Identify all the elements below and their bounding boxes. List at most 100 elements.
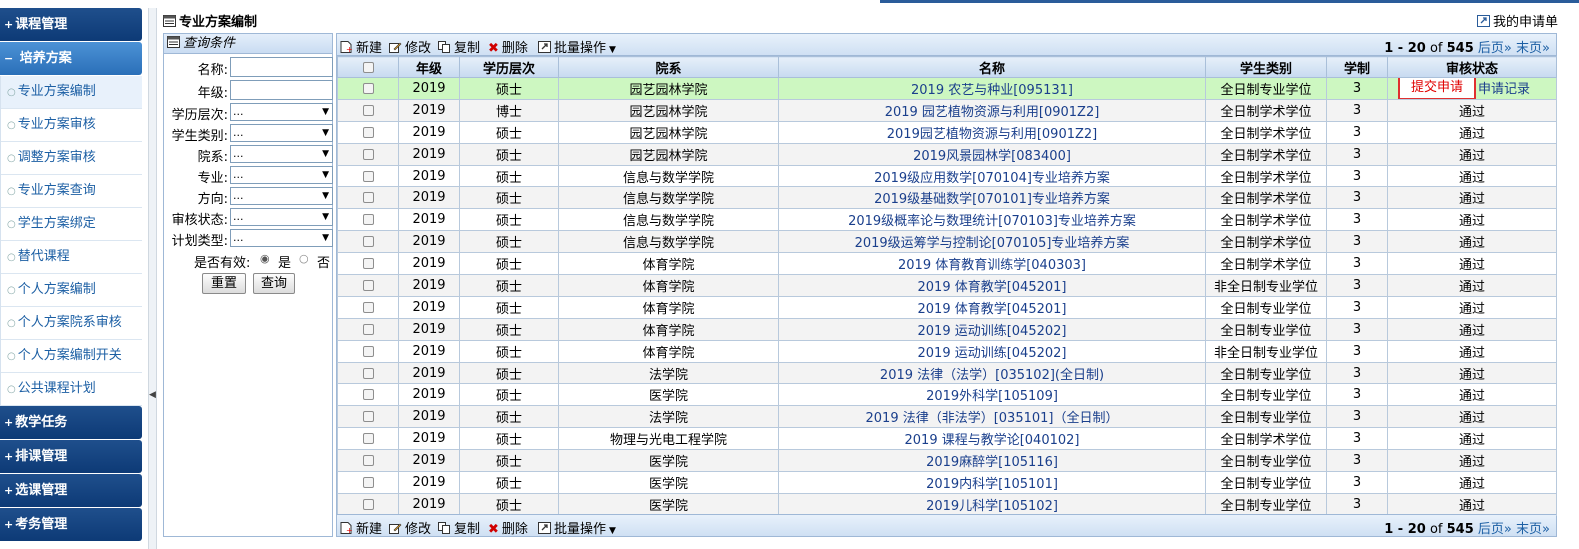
delete-button[interactable]: ✖ 删除 bbox=[488, 37, 528, 56]
sidebar-item-major-plan-review[interactable]: ○ 专业方案审核 bbox=[1, 109, 142, 142]
row-checkbox[interactable] bbox=[362, 433, 374, 445]
col-header-name[interactable]: 名称 bbox=[778, 56, 1206, 78]
row-select-cell[interactable] bbox=[337, 471, 399, 494]
radio-yes[interactable]: ◉ bbox=[260, 252, 270, 265]
search-button[interactable]: 查询 bbox=[253, 273, 295, 294]
row-checkbox[interactable] bbox=[362, 389, 374, 401]
row-checkbox[interactable] bbox=[362, 148, 374, 160]
row-select-cell[interactable] bbox=[337, 317, 399, 341]
sidebar-collapse-handle[interactable]: ◀ bbox=[148, 8, 157, 549]
cell-name[interactable]: 2019 园艺植物资源与利用[0901Z2] bbox=[778, 98, 1206, 122]
row-checkbox[interactable] bbox=[362, 126, 374, 138]
cell-name[interactable]: 2019级概率论与数理统计[070103]专业培养方案 bbox=[778, 208, 1206, 232]
cell-name[interactable]: 2019 运动训练[045202] bbox=[778, 317, 1206, 341]
name-input[interactable] bbox=[230, 57, 333, 77]
row-select-cell[interactable] bbox=[337, 405, 399, 429]
cell-name[interactable]: 2019儿科学[105102] bbox=[778, 492, 1206, 516]
my-applications-link[interactable]: 我的申请单 bbox=[1476, 11, 1558, 30]
cell-name[interactable]: 2019 课程与教学论[040102] bbox=[778, 427, 1206, 451]
row-checkbox[interactable] bbox=[362, 192, 374, 204]
col-header-review-status[interactable]: 审核状态 bbox=[1387, 56, 1557, 78]
row-select-cell[interactable] bbox=[337, 77, 399, 100]
row-select-cell[interactable] bbox=[337, 186, 399, 210]
table-row[interactable]: 2019 硕士 医学院 2019儿科学[105102] 全日制专业学位 3 通过 bbox=[337, 492, 1557, 516]
table-row[interactable]: 2019 硕士 体育学院 2019 运动训练[045202] 非全日制专业学位 3 通过 bbox=[337, 339, 1557, 363]
row-checkbox[interactable] bbox=[362, 345, 374, 357]
cell-name[interactable]: 2019麻醉学[105116] bbox=[778, 449, 1206, 473]
degree-level-select[interactable]: ... ▼ bbox=[230, 103, 333, 121]
cell-name[interactable]: 2019 体育教学[045201] bbox=[778, 274, 1206, 297]
reset-button[interactable]: 重置 bbox=[202, 273, 246, 294]
row-checkbox[interactable] bbox=[362, 323, 374, 335]
menu-training-plan[interactable]: − 培养方案 bbox=[0, 42, 142, 75]
cell-name[interactable]: 2019 体育教学[045201] bbox=[778, 295, 1206, 319]
cell-name[interactable]: 2019级应用数学[070104]专业培养方案 bbox=[778, 164, 1206, 188]
row-checkbox[interactable] bbox=[362, 411, 374, 423]
table-row[interactable]: 2019 硕士 园艺园林学院 2019风景园林学[083400] 全日制学术学位 3 通过 bbox=[337, 142, 1557, 166]
table-row[interactable]: 2019 硕士 信息与数学学院 2019级基础数学[070101]专业培养方案 全日制学… bbox=[337, 186, 1557, 210]
row-select-cell[interactable] bbox=[337, 449, 399, 473]
cell-name[interactable]: 2019级基础数学[070101]专业培养方案 bbox=[778, 186, 1206, 210]
cell-name[interactable]: 2019 运动训练[045202] bbox=[778, 339, 1206, 363]
row-select-cell[interactable] bbox=[337, 361, 399, 385]
sidebar-item-public-course-plan[interactable]: ○ 公共课程计划 bbox=[1, 373, 142, 406]
row-select-cell[interactable] bbox=[337, 120, 399, 144]
edit-button[interactable]: 修改 bbox=[389, 518, 431, 537]
table-row[interactable]: 2019 硕士 体育学院 2019 运动训练[045202] 全日制专业学位 3 通过 bbox=[337, 317, 1557, 341]
row-checkbox[interactable] bbox=[362, 455, 374, 467]
table-row[interactable]: 2019 硕士 体育学院 2019 体育教学[045201] 全日制专业学位 3 通过 bbox=[337, 295, 1557, 319]
radio-no[interactable]: ○ bbox=[299, 252, 309, 265]
new-button[interactable]: + 新建 bbox=[340, 518, 382, 537]
row-select-cell[interactable] bbox=[337, 98, 399, 122]
row-select-cell[interactable] bbox=[337, 427, 399, 451]
row-checkbox[interactable] bbox=[362, 82, 374, 94]
sidebar-item-personal-plan-switch[interactable]: ○ 个人方案编制开关 bbox=[1, 340, 142, 373]
row-select-cell[interactable] bbox=[337, 492, 399, 516]
row-checkbox[interactable] bbox=[362, 258, 374, 270]
table-row[interactable]: 2019 硕士 信息与数学学院 2019级概率论与数理统计[070103]专业培养方案… bbox=[337, 208, 1557, 232]
sidebar-item-personal-plan-dept-review[interactable]: ○ 个人方案院系审核 bbox=[1, 307, 142, 340]
major-select[interactable]: ... ▼ bbox=[230, 166, 333, 184]
table-row[interactable]: 2019 硕士 医学院 2019外科学[105109] 全日制专业学位 3 通过 bbox=[337, 383, 1557, 407]
col-header-department[interactable]: 院系 bbox=[558, 56, 779, 78]
row-checkbox[interactable] bbox=[362, 301, 374, 313]
table-row[interactable]: 2019 硕士 体育学院 2019 体育教学[045201] 非全日制专业学位 3 通过 bbox=[337, 274, 1557, 297]
col-header-year[interactable]: 年级 bbox=[398, 56, 460, 78]
table-row[interactable]: 2019 硕士 体育学院 2019 体育教育训练学[040303] 全日制学术学位 3 通过 bbox=[337, 252, 1557, 276]
sidebar-item-student-plan-bind[interactable]: ○ 学生方案绑定 bbox=[1, 208, 142, 241]
table-row[interactable]: 2019 硕士 物理与光电工程学院 2019 课程与教学论[040102] 全日制学术学… bbox=[337, 427, 1557, 451]
last-page-link[interactable]: 末页» bbox=[1516, 41, 1550, 56]
department-select[interactable]: ... ▼ bbox=[230, 145, 333, 163]
sidebar-item-personal-plan-edit[interactable]: ○ 个人方案编制 bbox=[1, 274, 142, 307]
row-select-cell[interactable] bbox=[337, 252, 399, 276]
table-row[interactable]: 2019 硕士 法学院 2019 法律（非法学）[035101]（全日制） 全日制专业学… bbox=[337, 405, 1557, 429]
row-checkbox[interactable] bbox=[362, 170, 374, 182]
cell-name[interactable]: 2019内科学[105101] bbox=[778, 471, 1206, 494]
direction-select[interactable]: ... ▼ bbox=[230, 187, 333, 205]
sidebar-item-adjust-plan-review[interactable]: ○ 调整方案审核 bbox=[1, 142, 142, 175]
row-select-cell[interactable] bbox=[337, 208, 399, 232]
row-checkbox[interactable] bbox=[362, 214, 374, 226]
row-checkbox[interactable] bbox=[362, 367, 374, 379]
menu-exam-management[interactable]: + 考务管理 bbox=[0, 508, 142, 541]
table-row[interactable]: 2019 硕士 信息与数学学院 2019级运筹学与控制论[070105]专业培养方案全… bbox=[337, 230, 1557, 254]
cell-name[interactable]: 2019风景园林学[083400] bbox=[778, 142, 1206, 166]
next-page-link[interactable]: 后页» bbox=[1478, 522, 1512, 537]
copy-button[interactable]: 复制 bbox=[438, 37, 480, 56]
year-input[interactable] bbox=[230, 80, 333, 100]
cell-name[interactable]: 2019 体育教育训练学[040303] bbox=[778, 252, 1206, 276]
menu-teaching-tasks[interactable]: + 教学任务 bbox=[0, 406, 142, 439]
table-row[interactable]: 2019 硕士 信息与数学学院 2019级应用数学[070104]专业培养方案 全日制学… bbox=[337, 164, 1557, 188]
row-select-cell[interactable] bbox=[337, 274, 399, 297]
row-checkbox[interactable] bbox=[362, 236, 374, 248]
new-button[interactable]: + 新建 bbox=[340, 37, 382, 56]
cell-name[interactable]: 2019 法律（法学）[035102](全日制) bbox=[778, 361, 1206, 385]
plan-type-select[interactable]: ... ▼ bbox=[230, 229, 333, 247]
row-select-cell[interactable] bbox=[337, 295, 399, 319]
menu-scheduling[interactable]: + 排课管理 bbox=[0, 440, 142, 473]
sidebar-item-major-plan-edit[interactable]: ○ 专业方案编制 bbox=[1, 76, 142, 109]
sidebar-item-substitute-course[interactable]: ○ 替代课程 bbox=[1, 241, 142, 274]
student-type-select[interactable]: ... ▼ bbox=[230, 124, 333, 142]
cell-name[interactable]: 2019级运筹学与控制论[070105]专业培养方案 bbox=[778, 230, 1206, 254]
cell-name[interactable]: 2019 法律（非法学）[035101]（全日制） bbox=[778, 405, 1206, 429]
